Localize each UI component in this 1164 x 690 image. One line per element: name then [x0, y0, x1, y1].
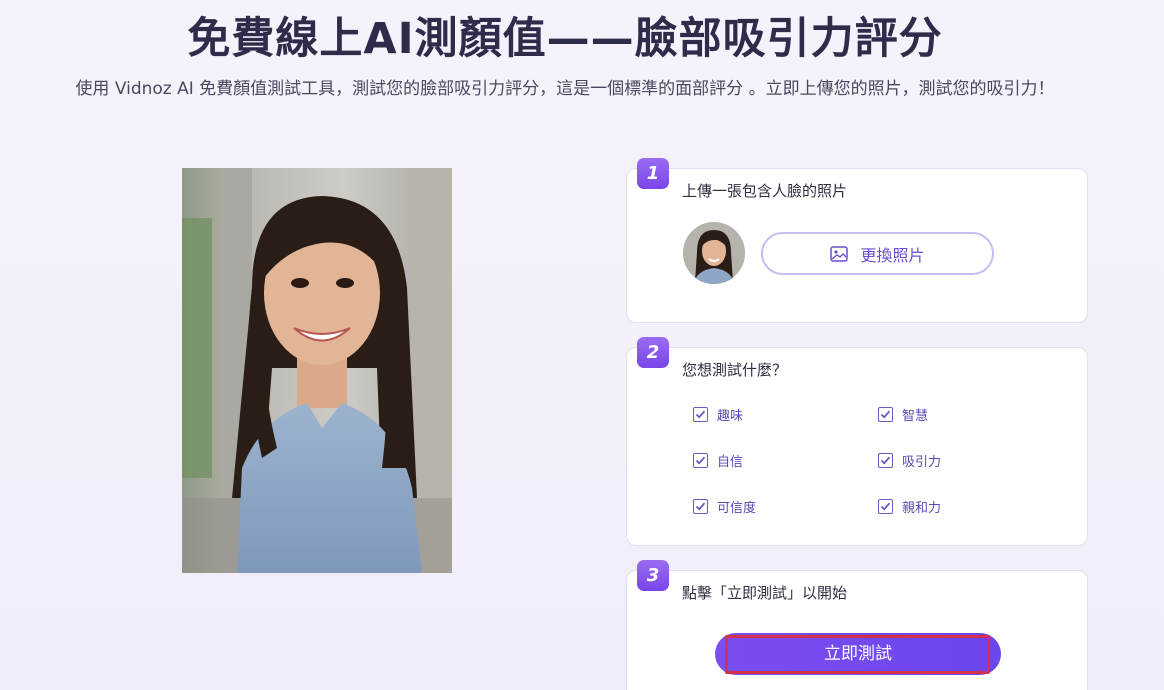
option-label: 親和力	[902, 501, 942, 516]
step-2-title: 您想測試什麼？	[682, 361, 788, 379]
checkbox-checked-icon[interactable]	[878, 453, 893, 468]
page-subtitle: 使用 Vidnoz AI 免費顏值測試工具，測試您的臉部吸引力評分，這是一個標準…	[75, 79, 1055, 99]
checkbox-checked-icon[interactable]	[693, 407, 708, 422]
checkbox-checked-icon[interactable]	[693, 453, 708, 468]
page-title: 免費線上AI測顏值——臉部吸引力評分	[187, 14, 943, 64]
step-2-card: 2 您想測試什麼？ 趣味 智慧 自信 吸引力 可信度 親和力	[626, 337, 1088, 546]
checkbox-checked-icon[interactable]	[878, 499, 893, 514]
option-confidence[interactable]: 自信	[693, 451, 743, 470]
step-1-card: 1 上傳一張包含人臉的照片 更換照片	[626, 158, 1088, 323]
step-number-badge: 3	[637, 560, 669, 591]
checkbox-checked-icon[interactable]	[878, 407, 893, 422]
step-number-badge: 1	[637, 158, 669, 189]
step-3-title: 點擊「立即測試」以開始	[682, 584, 848, 602]
image-icon	[830, 245, 849, 262]
option-attractiveness[interactable]: 吸引力	[878, 451, 941, 470]
option-label: 吸引力	[902, 455, 942, 470]
uploaded-photo-preview	[182, 168, 452, 573]
checkbox-checked-icon[interactable]	[693, 499, 708, 514]
step-3-card: 3 點擊「立即測試」以開始 立即測試	[626, 560, 1088, 690]
step-number-badge: 2	[637, 337, 669, 368]
change-photo-button[interactable]: 更換照片	[761, 232, 994, 275]
option-approachability[interactable]: 親和力	[878, 497, 941, 516]
uploaded-photo-thumbnail	[683, 222, 745, 284]
option-fun[interactable]: 趣味	[693, 405, 743, 424]
change-photo-label: 更換照片	[860, 245, 925, 265]
option-wisdom[interactable]: 智慧	[878, 405, 928, 424]
option-label: 趣味	[717, 409, 744, 424]
start-test-button[interactable]: 立即測試	[715, 633, 1001, 675]
option-label: 自信	[717, 455, 744, 470]
option-label: 可信度	[717, 501, 757, 516]
step-1-title: 上傳一張包含人臉的照片	[682, 182, 848, 200]
option-label: 智慧	[902, 409, 929, 424]
option-trustworthiness[interactable]: 可信度	[693, 497, 756, 516]
